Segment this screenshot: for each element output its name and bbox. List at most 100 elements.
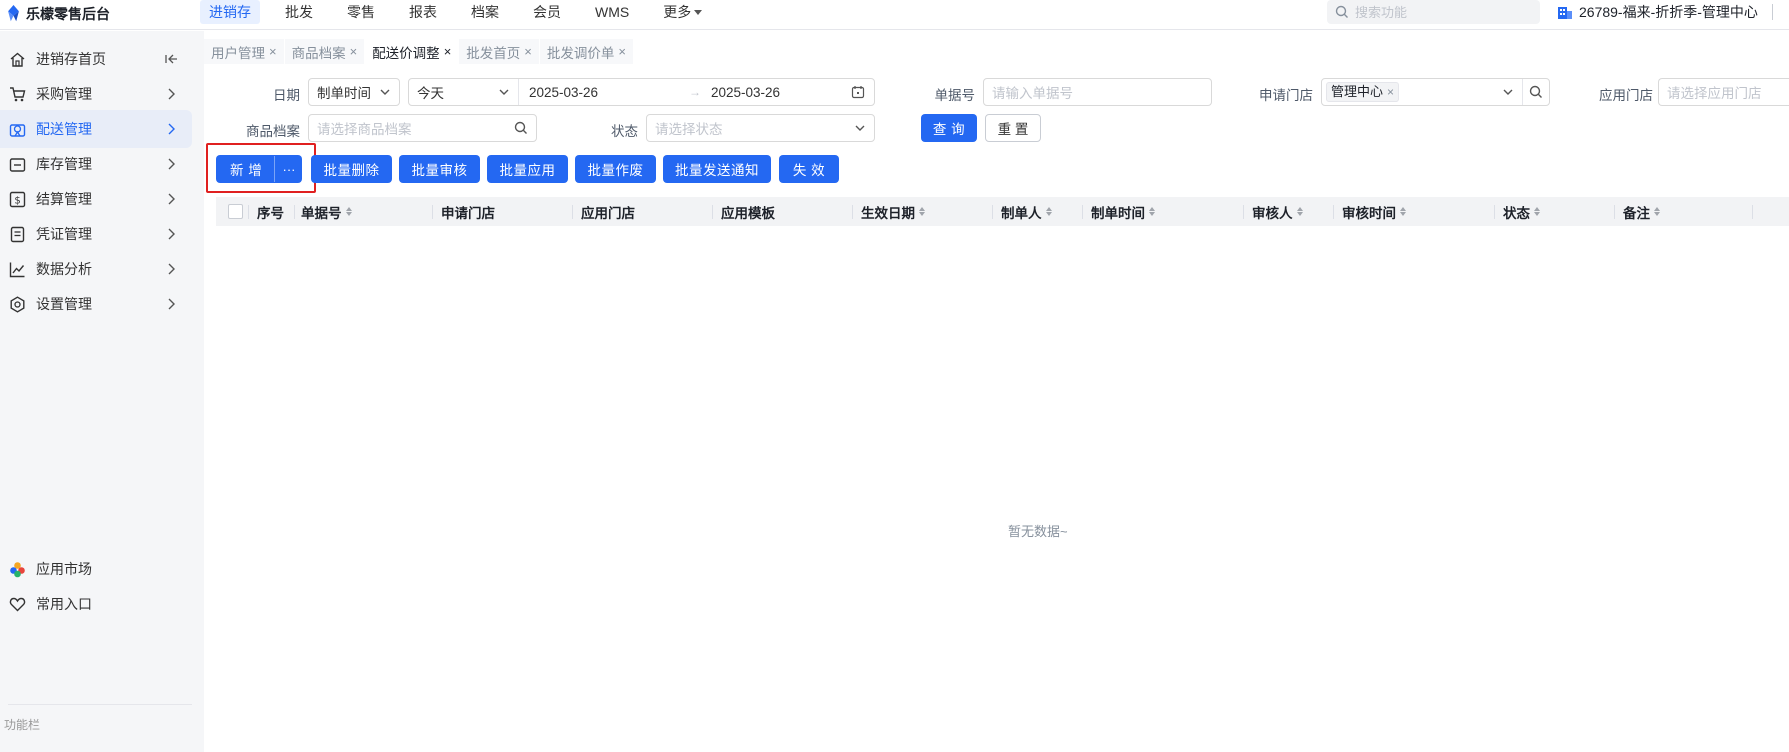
sidebar-item-voucher[interactable]: 凭证管理 — [0, 215, 192, 253]
sidebar-item-inventory-home[interactable]: 进销存首页 — [0, 40, 192, 78]
divider — [294, 205, 295, 219]
function-search-input[interactable] — [1355, 4, 1525, 20]
divider — [1494, 205, 1495, 219]
date-preset-select[interactable]: 今天 — [409, 79, 519, 105]
topnav-retail[interactable]: 零售 — [338, 0, 384, 24]
batch-void-button[interactable]: 批量作废 — [575, 155, 656, 183]
column-header-reviewer[interactable]: 审核人 — [1252, 197, 1303, 226]
sidebar-item-app-market[interactable]: 应用市场 — [0, 550, 192, 588]
query-button[interactable]: 查 询 — [921, 114, 977, 142]
sort-icon[interactable] — [1149, 207, 1155, 216]
column-header-created-time[interactable]: 制单时间 — [1091, 197, 1155, 226]
sort-icon[interactable] — [1400, 207, 1406, 216]
column-header-creator[interactable]: 制单人 — [1001, 197, 1052, 226]
product-label: 商品档案 — [246, 124, 300, 139]
date-range-picker[interactable]: 今天 2025-03-26 → 2025-03-26 — [408, 78, 875, 106]
sort-icon[interactable] — [1534, 207, 1540, 216]
search-icon[interactable] — [514, 121, 528, 135]
divider — [712, 205, 713, 219]
column-label: 状态 — [1503, 205, 1530, 221]
topnav-archives[interactable]: 档案 — [462, 0, 508, 24]
column-header-order-no[interactable]: 单据号 — [301, 197, 352, 226]
divider — [1752, 205, 1753, 219]
tab-wholesale-price-order[interactable]: 批发调价单 × — [539, 39, 633, 64]
target-store-input[interactable]: 请选择应用门店 — [1658, 78, 1789, 106]
reset-button[interactable]: 重 置 — [985, 114, 1041, 142]
close-icon[interactable]: × — [444, 44, 452, 59]
date-start[interactable]: 2025-03-26 — [529, 85, 679, 100]
tab-label: 商品档案 — [291, 45, 346, 61]
topnav-label: 会员 — [533, 4, 561, 20]
column-header-status[interactable]: 状态 — [1503, 197, 1540, 226]
status-select[interactable]: 请选择状态 — [646, 114, 875, 142]
sort-icon[interactable] — [345, 207, 352, 216]
sort-icon[interactable] — [1296, 207, 1303, 216]
order-no-input[interactable]: 请输入单据号 — [983, 78, 1212, 106]
tab-user-management[interactable]: 用户管理 × — [204, 39, 284, 64]
batch-notify-button[interactable]: 批量发送通知 — [663, 155, 771, 183]
sidebar-item-analytics[interactable]: 数据分析 — [0, 250, 192, 288]
product-select[interactable]: 请选择商品档案 — [308, 114, 537, 142]
column-label: 制单时间 — [1091, 205, 1145, 221]
column-label: 应用门店 — [581, 205, 635, 221]
collapse-icon[interactable] — [164, 52, 178, 66]
sidebar-item-favorites[interactable]: 常用入口 — [0, 585, 192, 623]
topnav-reports[interactable]: 报表 — [400, 0, 446, 24]
batch-apply-button[interactable]: 批量应用 — [487, 155, 568, 183]
column-header-remark[interactable]: 备注 — [1623, 197, 1660, 226]
close-icon[interactable]: × — [1387, 83, 1394, 101]
sidebar-item-delivery[interactable]: 配送管理 — [0, 110, 192, 148]
topnav-members[interactable]: 会员 — [524, 0, 570, 24]
column-header-template: 应用模板 — [721, 197, 775, 226]
close-icon[interactable]: × — [618, 44, 626, 59]
close-icon[interactable]: × — [350, 44, 358, 59]
sidebar-item-stock[interactable]: 库存管理 — [0, 145, 192, 183]
voucher-icon — [8, 225, 26, 243]
batch-delete-button[interactable]: 批量删除 — [311, 155, 392, 183]
select-all-checkbox[interactable] — [228, 204, 243, 219]
divider — [432, 205, 433, 219]
apply-store-label: 申请门店 — [1259, 88, 1313, 103]
sidebar-item-purchase[interactable]: 采购管理 — [0, 75, 192, 113]
divider — [1772, 4, 1773, 20]
caret-down-icon — [694, 9, 703, 15]
column-label: 生效日期 — [861, 205, 915, 221]
sort-icon[interactable] — [1045, 207, 1052, 216]
topnav-label: 零售 — [347, 4, 375, 20]
tab-delivery-price-adjust[interactable]: 配送价调整 × — [365, 39, 459, 64]
sidebar-item-settings[interactable]: 设置管理 — [0, 285, 192, 323]
app-logo[interactable]: 乐檬零售后台 — [6, 3, 110, 25]
date-type-select[interactable]: 制单时间 — [308, 78, 400, 106]
close-icon[interactable]: × — [524, 44, 532, 59]
topnav-wholesale[interactable]: 批发 — [276, 0, 322, 24]
column-label: 备注 — [1623, 205, 1650, 221]
invalidate-button[interactable]: 失 效 — [779, 155, 839, 183]
sort-icon[interactable] — [919, 207, 925, 216]
date-end[interactable]: 2025-03-26 — [711, 85, 851, 100]
apply-store-tag[interactable]: 管理中心 × — [1326, 82, 1400, 102]
close-icon[interactable]: × — [269, 44, 277, 59]
tab-wholesale-home[interactable]: 批发首页 × — [459, 39, 539, 64]
column-label: 应用模板 — [721, 205, 775, 221]
chevron-right-icon — [168, 158, 175, 170]
topnav-more[interactable]: 更多 — [654, 0, 711, 24]
topnav-inventory[interactable]: 进销存 — [200, 0, 260, 24]
status-placeholder: 请选择状态 — [655, 122, 723, 137]
column-header-review-time[interactable]: 审核时间 — [1342, 197, 1406, 226]
sidebar-item-settlement[interactable]: $ 结算管理 — [0, 180, 192, 218]
date-preset-value: 今天 — [417, 86, 444, 101]
column-header-effective-date[interactable]: 生效日期 — [861, 197, 925, 226]
tab-product-archive[interactable]: 商品档案 × — [284, 39, 365, 64]
search-icon[interactable] — [1523, 79, 1549, 105]
topnav-label: 报表 — [409, 4, 437, 20]
org-switcher[interactable]: 26789-福来-折折季-管理中心 — [1557, 0, 1758, 24]
batch-review-button[interactable]: 批量审核 — [399, 155, 480, 183]
sort-icon[interactable] — [1654, 207, 1660, 216]
topnav-wms[interactable]: WMS — [586, 0, 638, 24]
svg-text:$: $ — [14, 195, 20, 206]
product-placeholder: 请选择商品档案 — [317, 122, 412, 137]
function-search[interactable] — [1327, 0, 1540, 24]
apply-store-select[interactable]: 管理中心 × — [1321, 78, 1550, 106]
chevron-right-icon — [168, 228, 175, 240]
app-title: 乐檬零售后台 — [26, 6, 110, 22]
